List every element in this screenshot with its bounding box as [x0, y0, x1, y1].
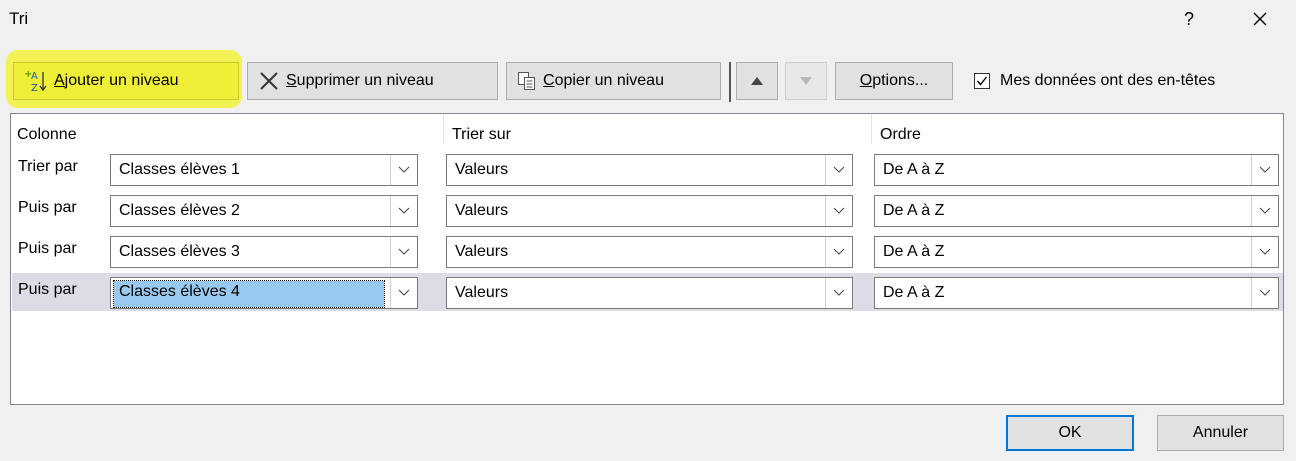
- column-select[interactable]: Classes élèves 2: [110, 195, 418, 227]
- sort-on-select[interactable]: Valeurs: [446, 195, 853, 227]
- column-divider: [871, 114, 872, 144]
- column-select[interactable]: Classes élèves 1: [110, 154, 418, 186]
- toolbar-separator: [729, 62, 731, 102]
- chevron-down-icon[interactable]: [390, 155, 417, 185]
- column-header: Colonne: [17, 126, 77, 143]
- delete-level-label: Supprimer un niveau: [286, 72, 434, 89]
- sort-levels-panel: Colonne Trier sur Ordre Trier par Classe…: [10, 113, 1284, 405]
- order-value: De A à Z: [883, 202, 945, 219]
- chevron-down-icon[interactable]: [825, 278, 852, 308]
- chevron-down-icon[interactable]: [1251, 237, 1278, 267]
- order-value: De A à Z: [883, 161, 945, 178]
- svg-text:A: A: [31, 71, 38, 82]
- add-level-button[interactable]: + A Z Ajouter un niveau: [13, 62, 239, 100]
- order-select[interactable]: De A à Z: [874, 154, 1279, 186]
- triangle-up-icon: [751, 77, 763, 85]
- column-divider: [443, 114, 444, 144]
- chevron-down-icon[interactable]: [390, 278, 417, 308]
- sort-on-value: Valeurs: [455, 202, 509, 219]
- sort-on-select[interactable]: Valeurs: [446, 154, 853, 186]
- column-value: Classes élèves 3: [119, 243, 240, 260]
- move-up-button[interactable]: [736, 62, 778, 100]
- cancel-button[interactable]: Annuler: [1157, 415, 1284, 451]
- delete-icon: [260, 72, 278, 90]
- options-button[interactable]: Options...: [835, 62, 953, 100]
- chevron-down-icon[interactable]: [1251, 278, 1278, 308]
- column-select[interactable]: Classes élèves 3: [110, 236, 418, 268]
- ok-button[interactable]: OK: [1006, 415, 1134, 451]
- sort-on-select[interactable]: Valeurs: [446, 277, 853, 309]
- column-value: Classes élèves 1: [119, 161, 240, 178]
- order-select[interactable]: De A à Z: [874, 195, 1279, 227]
- sort-level-row[interactable]: Puis par Classes élèves 3 Valeurs De A à…: [12, 232, 1283, 270]
- sort-on-header: Trier sur: [452, 126, 511, 143]
- close-icon: [1253, 12, 1267, 26]
- chevron-down-icon[interactable]: [825, 196, 852, 226]
- headers-checkbox-row[interactable]: Mes données ont des en-têtes: [974, 72, 1215, 90]
- copy-icon: [518, 72, 535, 90]
- sort-level-row-selected[interactable]: Puis par Classes élèves 4 Valeurs De A à…: [12, 273, 1283, 311]
- close-button[interactable]: [1244, 4, 1276, 34]
- sort-on-select[interactable]: Valeurs: [446, 236, 853, 268]
- copy-level-label: Copier un niveau: [543, 72, 664, 89]
- help-button[interactable]: ?: [1174, 4, 1204, 34]
- title-bar: Tri ?: [0, 0, 1296, 40]
- sort-on-value: Valeurs: [455, 243, 509, 260]
- column-value: Classes élèves 4: [113, 280, 385, 308]
- move-down-button[interactable]: [785, 62, 827, 100]
- dialog-title: Tri: [9, 9, 29, 28]
- delete-level-button[interactable]: Supprimer un niveau: [247, 62, 498, 100]
- order-select[interactable]: De A à Z: [874, 236, 1279, 268]
- sort-on-value: Valeurs: [455, 161, 509, 178]
- order-header: Ordre: [880, 126, 921, 143]
- chevron-down-icon[interactable]: [825, 237, 852, 267]
- chevron-down-icon[interactable]: [1251, 155, 1278, 185]
- add-level-label: Ajouter un niveau: [54, 72, 179, 89]
- sort-level-row[interactable]: Trier par Classes élèves 1 Valeurs De A …: [12, 150, 1283, 188]
- options-label: Options...: [859, 72, 929, 89]
- headers-checkbox-label: Mes données ont des en-têtes: [1000, 72, 1216, 89]
- copy-level-button[interactable]: Copier un niveau: [506, 62, 721, 100]
- row-label: Puis par: [18, 199, 77, 216]
- chevron-down-icon[interactable]: [390, 196, 417, 226]
- order-select[interactable]: De A à Z: [874, 277, 1279, 309]
- column-select[interactable]: Classes élèves 4: [110, 277, 418, 309]
- triangle-down-icon: [800, 77, 812, 85]
- row-label: Puis par: [18, 281, 77, 298]
- row-label: Trier par: [18, 158, 78, 175]
- row-label: Puis par: [18, 240, 77, 257]
- add-sort-icon: + A Z: [24, 69, 47, 94]
- chevron-down-icon[interactable]: [825, 155, 852, 185]
- headers-checkbox[interactable]: [974, 73, 990, 89]
- checkmark-icon: [976, 76, 988, 86]
- column-value: Classes élèves 2: [119, 202, 240, 219]
- sort-on-value: Valeurs: [455, 284, 509, 301]
- svg-text:Z: Z: [31, 83, 38, 94]
- chevron-down-icon[interactable]: [1251, 196, 1278, 226]
- order-value: De A à Z: [883, 243, 945, 260]
- sort-level-row[interactable]: Puis par Classes élèves 2 Valeurs De A à…: [12, 191, 1283, 229]
- chevron-down-icon[interactable]: [390, 237, 417, 267]
- order-value: De A à Z: [883, 284, 945, 301]
